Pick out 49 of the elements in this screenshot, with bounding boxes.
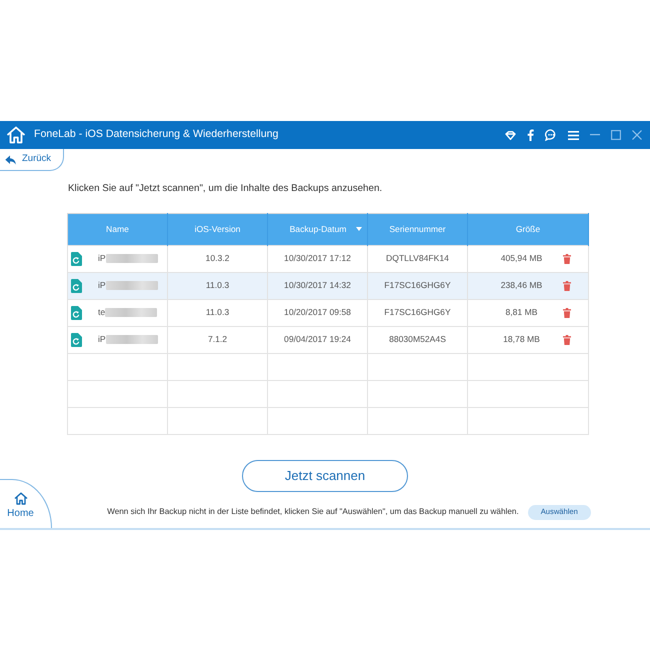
backup-file-icon xyxy=(71,278,82,293)
table-cell: 09/04/2017 19:24 xyxy=(268,326,368,354)
diamond-icon[interactable] xyxy=(505,130,516,140)
device-name: iP xyxy=(98,252,106,266)
file-size: 8,81 MB xyxy=(504,306,538,320)
trash-icon[interactable] xyxy=(563,308,571,318)
minimize-icon[interactable] xyxy=(590,134,600,136)
scan-button[interactable]: Jetzt scannen xyxy=(242,460,408,492)
file-size: 405,94 MB xyxy=(500,252,544,266)
back-button[interactable]: Zurück xyxy=(0,149,64,171)
facebook-icon[interactable] xyxy=(527,129,534,141)
file-size: 238,46 MB xyxy=(500,279,544,292)
table-cell: 10.3.2 xyxy=(168,245,268,272)
table-cell: F17SC16GHG6Y xyxy=(368,272,468,300)
backup-file-icon xyxy=(71,332,82,347)
table-row[interactable]: te 11.0.3 10/20/2017 09:58 F17SC16GHG6Y 8,81 MB xyxy=(68,299,588,326)
close-icon[interactable] xyxy=(632,130,642,140)
chat-icon[interactable] xyxy=(545,129,557,141)
file-size: 18,78 MB xyxy=(502,333,541,346)
back-arrow-icon xyxy=(5,154,16,164)
table-cell: 7.1.2 xyxy=(168,326,268,354)
table-cell: 10/30/2017 14:32 xyxy=(268,272,368,300)
home-button[interactable]: Home xyxy=(0,479,52,528)
table-row[interactable]: iP 10.3.2 10/30/2017 17:12 DQTLLV84FK14 405,94 MB xyxy=(68,245,588,272)
device-name: te xyxy=(98,306,106,320)
sort-caret-icon[interactable] xyxy=(356,227,362,232)
backup-file-icon xyxy=(71,306,82,320)
maximize-icon[interactable] xyxy=(611,130,621,140)
table-cell: DQTLLV84FK14 xyxy=(368,245,468,272)
table-row[interactable]: iP 7.1.2 09/04/2017 19:24 88030M52A4S 18,78 MB xyxy=(68,326,588,354)
table-cell: 10/20/2017 09:58 xyxy=(268,299,368,326)
table-cell: 10/30/2017 17:12 xyxy=(268,245,368,272)
table-cell: 88030M52A4S xyxy=(368,326,468,354)
table-cell: 11.0.3 xyxy=(168,299,268,326)
device-name: iP xyxy=(98,333,106,346)
trash-icon[interactable] xyxy=(563,254,571,264)
trash-icon[interactable] xyxy=(563,280,571,291)
table-cell: F17SC16GHG6Y xyxy=(368,299,468,326)
home-icon xyxy=(14,492,28,505)
table-cell: 11.0.3 xyxy=(168,272,268,300)
window-title: FoneLab - iOS Datensicherung & Wiederherstellung xyxy=(34,127,278,142)
hint-text: Wenn sich Ihr Backup nicht in der Liste befindet, klicken Sie auf "Auswählen", um das Backup manuell zu wählen. xyxy=(107,506,519,518)
trash-icon[interactable] xyxy=(563,334,571,345)
backup-file-icon xyxy=(71,252,82,266)
device-name: iP xyxy=(98,279,106,292)
table-row[interactable]: iP 11.0.3 10/30/2017 14:32 F17SC16GHG6Y 238,46 MB xyxy=(68,272,588,300)
menu-icon[interactable] xyxy=(568,130,579,140)
instruction-text: Klicken Sie auf "Jetzt scannen", um die Inhalte des Backups anzusehen. xyxy=(68,182,384,196)
home-icon[interactable] xyxy=(6,126,26,144)
